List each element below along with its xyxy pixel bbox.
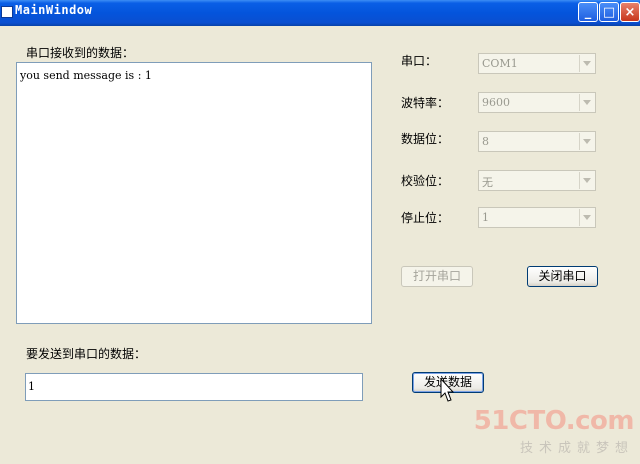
window-title: MainWindow [15,3,93,17]
watermark-tagline: 技术成就梦想 [519,441,634,456]
send-label: 要发送到串口的数据： [26,347,147,361]
watermark: 51CTO.com 技术成就梦想 [473,406,635,456]
minimize-button[interactable]: _ [578,2,598,22]
close-button[interactable]: × [620,2,640,22]
databits-label: 数据位： [401,132,450,146]
chevron-down-icon[interactable] [579,209,594,226]
maximize-button[interactable]: □ [599,2,619,22]
databits-value: 8 [482,135,489,148]
receive-textarea[interactable]: you send message is : 1 [16,62,372,324]
baud-label: 波特率： [401,96,450,110]
chevron-down-icon[interactable] [579,133,594,150]
open-port-button[interactable]: 打开串口 [401,266,473,287]
stopbits-value: 1 [482,211,489,224]
parity-value: 无 [482,176,493,189]
close-port-button[interactable]: 关闭串口 [527,266,598,287]
port-value: COM1 [482,57,518,70]
chevron-down-icon[interactable] [579,172,594,189]
baud-combo[interactable]: 9600 [478,92,596,113]
baud-value: 9600 [482,96,510,109]
chevron-down-icon[interactable] [579,94,594,111]
parity-combo[interactable]: 无 [478,170,596,191]
receive-label: 串口接收到的数据： [26,46,135,60]
port-combo[interactable]: COM1 [478,53,596,74]
chevron-down-icon[interactable] [579,55,594,72]
watermark-logo: 51CTO.com [473,406,635,436]
send-input[interactable]: 1 [25,373,363,401]
title-bar[interactable]: MainWindow _ □ × [0,0,640,26]
mouse-cursor-icon [440,378,454,402]
parity-label: 校验位： [401,174,450,188]
stopbits-combo[interactable]: 1 [478,207,596,228]
receive-text: you send message is : 1 [20,69,152,82]
port-label: 串口： [401,54,438,68]
stopbits-label: 停止位： [401,211,450,225]
databits-combo[interactable]: 8 [478,131,596,152]
window-icon [1,6,13,18]
